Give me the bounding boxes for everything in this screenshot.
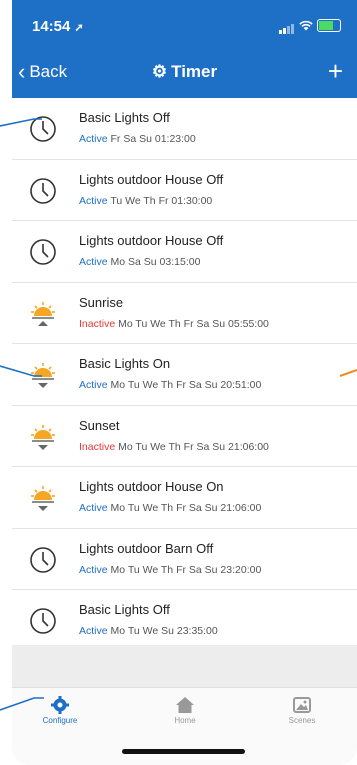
timer-row[interactable]: Basic Lights Off Active Mo Tu We Su 23:35… [12, 590, 357, 652]
sunrise-icon [28, 299, 60, 329]
timer-name: Basic Lights Off [79, 602, 170, 617]
status-bar: 14:54 ➚ [12, 16, 357, 36]
timer-schedule: Mo Sa Su 03:15:00 [110, 256, 201, 268]
timer-schedule: Fr Sa Su 01:23:00 [110, 133, 196, 145]
timer-details: Active Mo Tu We Su 23:35:00 [79, 625, 218, 637]
timer-details: Active Mo Tu We Th Fr Sa Su 21:06:00 [79, 502, 261, 514]
timer-status: Active [79, 133, 108, 145]
timer-name: Basic Lights Off [79, 110, 170, 125]
gear-icon [20, 694, 100, 716]
status-time: 14:54 ➚ [32, 18, 84, 35]
timer-schedule: Mo Tu We Th Fr Sa Su 21:06:00 [118, 440, 269, 453]
timer-name: Sunset [79, 417, 120, 433]
timer-name: Lights outdoor Barn Off [79, 540, 214, 556]
timer-details: Active Mo Tu We Th Fr Sa Su 20:51:00 [79, 379, 261, 391]
timer-schedule: Mo Tu We Su 23:35:00 [110, 625, 218, 637]
timer-row[interactable]: Lights outdoor House Off Active Mo Sa Su … [12, 221, 357, 283]
tab-scenes-label: Scenes [288, 716, 316, 725]
timer-row[interactable]: Sunrise Inactive Mo Tu We Th Fr Sa Su 05:… [12, 283, 357, 344]
timer-schedule: Mo Tu We Th Fr Sa Su 23:20:00 [110, 563, 262, 576]
phone-screen: 14:54 ➚ ‹ Back ⚙ Timer + Basic Lights Off… [12, 0, 357, 765]
timer-name: Lights outdoor House Off [79, 233, 224, 248]
timer-name: Sunrise [79, 294, 124, 310]
signal-icon [279, 17, 295, 34]
location-arrow-icon: ➚ [74, 22, 84, 34]
clock-icon [28, 176, 60, 206]
timer-row[interactable]: Lights outdoor House Off Active Tu We Th … [12, 160, 357, 221]
tab-home-label: Home [174, 716, 196, 725]
battery-icon [317, 19, 341, 32]
tab-bar: Configure Home Scenes [12, 687, 357, 765]
timer-details: Active Tu We Th Fr 01:30:00 [79, 195, 212, 207]
timer-status: Active [79, 563, 108, 576]
timer-row[interactable]: Sunset Inactive Mo Tu We Th Fr Sa Su 21:0… [12, 406, 357, 467]
timer-name: Lights outdoor House On [79, 479, 224, 494]
clock-icon [28, 237, 60, 267]
timer-row[interactable]: Basic Lights Off Active Fr Sa Su 01:23:00 [12, 98, 357, 160]
timer-details: Active Fr Sa Su 01:23:00 [79, 133, 196, 145]
clock-icon [28, 606, 60, 636]
timer-schedule: Mo Tu We Th Fr Sa Su 05:55:00 [118, 317, 269, 330]
timer-row[interactable]: Lights outdoor House On Active Mo Tu We T… [12, 467, 357, 529]
timer-schedule: Mo Tu We Th Fr Sa Su 21:06:00 [110, 502, 262, 514]
sunset-icon [28, 483, 60, 513]
sunset-icon [28, 422, 60, 452]
gear-icon: ⚙ [151, 62, 168, 81]
timer-details: Inactive Mo Tu We Th Fr Sa Su 21:06:00 [79, 441, 269, 453]
timer-row[interactable]: Lights outdoor Barn Off Active Mo Tu We T… [12, 529, 357, 590]
timer-status: Inactive [79, 317, 116, 330]
timer-status: Active [79, 194, 108, 207]
timer-status: Active [79, 379, 108, 391]
timer-details: Active Mo Sa Su 03:15:00 [79, 256, 200, 268]
home-indicator [122, 749, 245, 754]
timer-schedule: Mo Tu We Th Fr Sa Su 20:51:00 [110, 379, 262, 391]
timer-name: Lights outdoor House Off [79, 171, 224, 187]
clock-icon [28, 545, 60, 575]
timer-status: Active [79, 502, 108, 514]
list-background [12, 645, 357, 687]
sunset-icon [28, 360, 60, 390]
timer-name: Basic Lights On [79, 356, 171, 371]
add-timer-button[interactable]: + [328, 56, 343, 87]
timer-row[interactable]: Basic Lights On Active Mo Tu We Th Fr Sa … [12, 344, 357, 406]
wifi-icon [299, 18, 313, 34]
timer-details: Inactive Mo Tu We Th Fr Sa Su 05:55:00 [79, 318, 269, 330]
timer-details: Active Mo Tu We Th Fr Sa Su 23:20:00 [79, 564, 261, 576]
clock-icon [28, 114, 60, 144]
timer-status: Inactive [79, 440, 116, 453]
image-icon [262, 694, 342, 716]
timer-list: Basic Lights Off Active Fr Sa Su 01:23:00… [12, 98, 357, 652]
tab-configure-label: Configure [42, 716, 78, 725]
tab-configure[interactable]: Configure [20, 694, 100, 725]
tab-home[interactable]: Home [145, 694, 225, 725]
app-header: 14:54 ➚ ‹ Back ⚙ Timer + [12, 0, 357, 98]
page-title: ⚙ Timer [151, 62, 218, 81]
timer-schedule: Tu We Th Fr 01:30:00 [110, 194, 213, 207]
tab-scenes[interactable]: Scenes [262, 694, 342, 725]
timer-status: Active [79, 256, 108, 268]
nav-bar: ‹ Back ⚙ Timer + [12, 56, 357, 88]
timer-status: Active [79, 625, 108, 637]
house-icon [145, 694, 225, 716]
